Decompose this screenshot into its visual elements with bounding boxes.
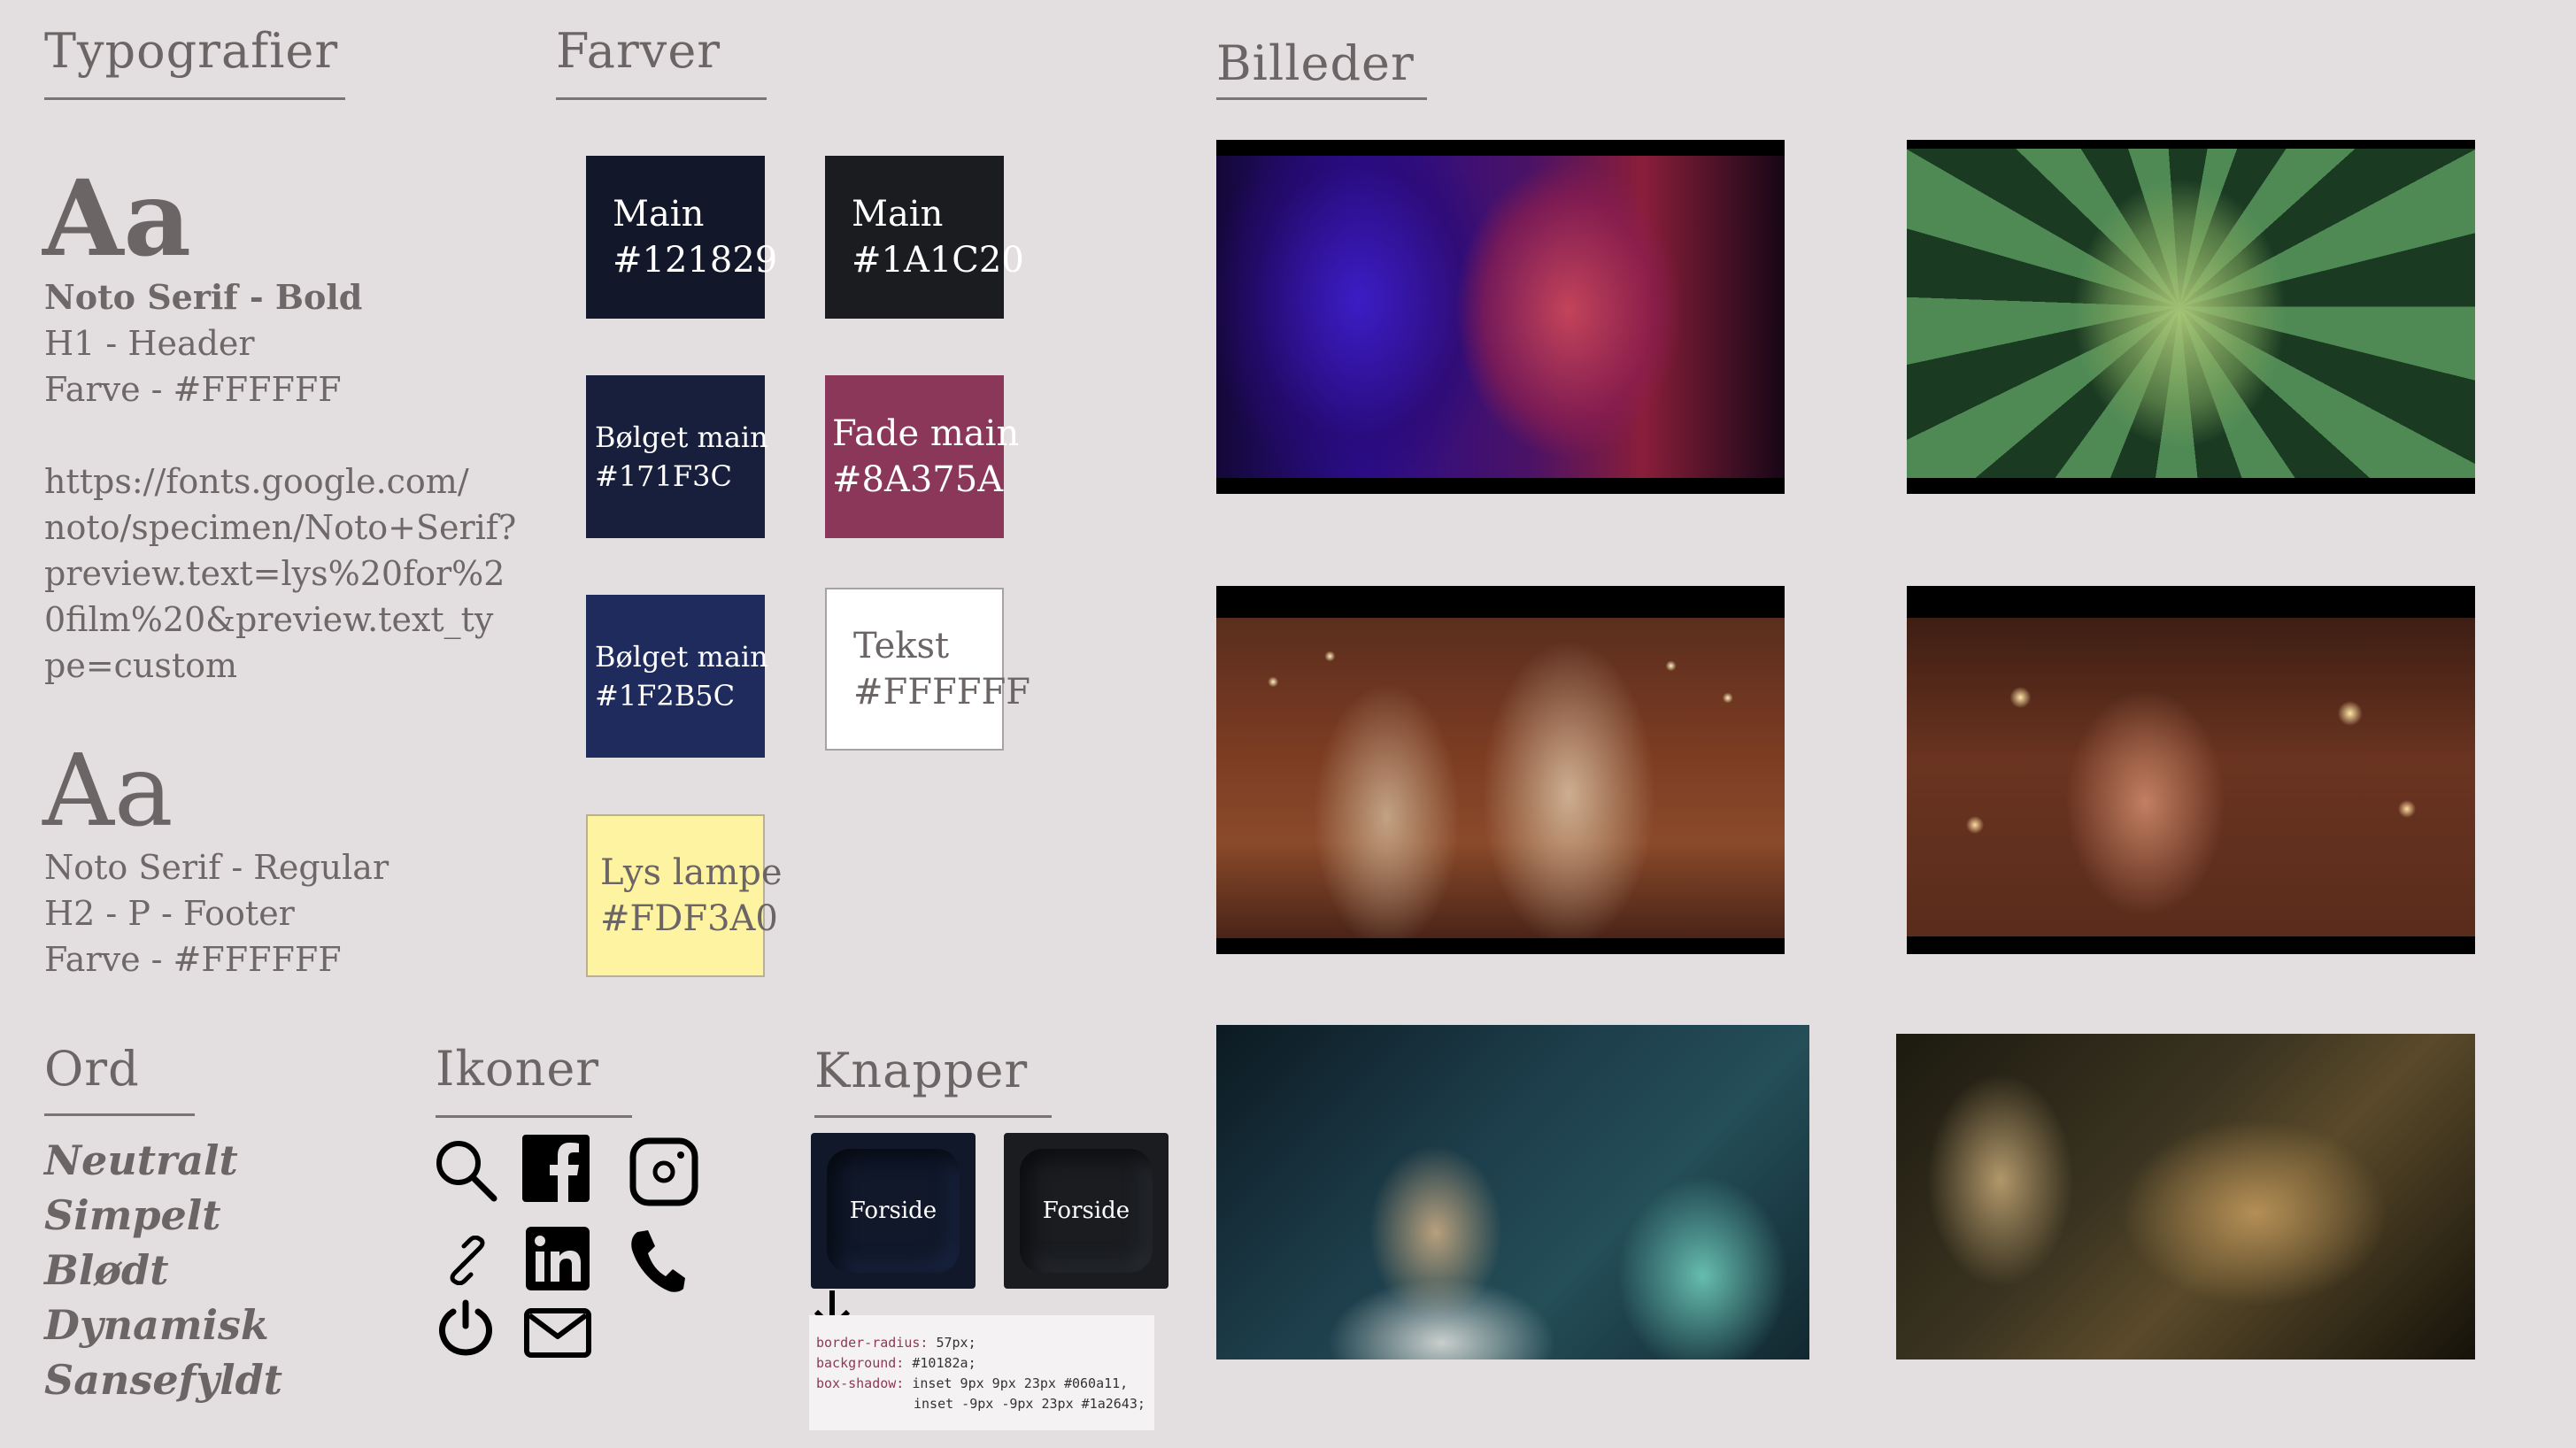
- two-women-string-lights-photo: [1216, 586, 1785, 954]
- bold-font-info: Noto Serif - Bold H1 - Header Farve - #F…: [44, 274, 516, 689]
- font-url-line[interactable]: pe=custom: [44, 643, 516, 689]
- code-value: 57px;: [928, 1335, 976, 1351]
- forside-button-pressed[interactable]: Forside: [811, 1133, 976, 1289]
- typografier-underline: [44, 97, 345, 100]
- code-value: #10182a;: [904, 1355, 976, 1371]
- button-label: Forside: [849, 1198, 937, 1224]
- swatch-hex: #171F3C: [595, 459, 732, 493]
- font-url-line[interactable]: noto/specimen/Noto+Serif?: [44, 504, 516, 551]
- regular-font-name: Noto Serif - Regular: [44, 848, 389, 887]
- code-prop: box-shadow:: [816, 1375, 905, 1391]
- swatch-hex: #FFFFFF: [853, 672, 1031, 712]
- swatch-label: Tekst: [853, 626, 950, 666]
- regular-font-usage: H2 - P - Footer: [44, 894, 295, 933]
- color-swatch-main-1a1c20: Main #1A1C20: [825, 156, 1024, 319]
- button-css-code: border-radius: 57px; background: #10182a…: [809, 1315, 1154, 1430]
- man-looking-at-object-photo: [1896, 1034, 2475, 1359]
- font-url-line[interactable]: 0film%20&preview.text_ty: [44, 597, 516, 643]
- word-item: Dynamisk: [44, 1301, 269, 1349]
- mail-icon[interactable]: [524, 1308, 591, 1358]
- swatch-hex: #121829: [613, 240, 778, 281]
- bold-font-sample: Aa: [42, 157, 192, 280]
- billeder-underline: [1216, 97, 1427, 100]
- word-item: Neutralt: [44, 1136, 238, 1184]
- power-icon[interactable]: [437, 1299, 494, 1356]
- instagram-icon[interactable]: [629, 1136, 699, 1207]
- word-item: Simpelt: [44, 1191, 221, 1239]
- woman-green-spiral-photo: [1907, 140, 2475, 494]
- swatch-label: Main: [613, 194, 705, 235]
- swatch-hex: #1A1C20: [852, 240, 1024, 281]
- button-label: Forside: [1042, 1198, 1130, 1224]
- color-swatch-bolget-main-171f3c: Bølget main #171F3C: [586, 375, 768, 538]
- font-url-line[interactable]: https://fonts.google.com/: [44, 458, 516, 504]
- ord-title: Ord: [44, 1041, 140, 1097]
- swatch-label: Lys lampe: [600, 852, 783, 893]
- man-reaching-blue-room-photo: [1216, 1025, 1809, 1359]
- swatch-hex: #FDF3A0: [600, 898, 778, 939]
- code-prop: border-radius:: [816, 1335, 929, 1351]
- swatch-hex: #8A375A: [832, 459, 1004, 500]
- ord-underline: [44, 1113, 195, 1116]
- farver-underline: [556, 97, 767, 100]
- ikoner-underline: [436, 1115, 632, 1118]
- color-swatch-bolget-main-1f2b5c: Bølget main #1F2B5C: [586, 595, 768, 758]
- code-prop: background:: [816, 1355, 905, 1371]
- word-item: Blødt: [44, 1246, 169, 1294]
- knapper-title: Knapper: [814, 1043, 1029, 1098]
- regular-font-color: Farve - #FFFFFF: [44, 940, 342, 979]
- ikoner-title: Ikoner: [436, 1041, 600, 1097]
- billeder-title: Billeder: [1216, 35, 1415, 91]
- facebook-icon[interactable]: [521, 1133, 591, 1204]
- color-swatch-main-121829: Main #121829: [586, 156, 778, 319]
- forside-button[interactable]: Forside: [1004, 1133, 1168, 1289]
- search-icon[interactable]: [432, 1136, 499, 1204]
- code-value: inset 9px 9px 23px #060a11,: [904, 1375, 1129, 1391]
- color-swatch-fade-main-8a375a: Fade main #8A375A: [825, 375, 1020, 538]
- linkedin-icon[interactable]: [524, 1225, 591, 1292]
- phone-icon[interactable]: [629, 1228, 687, 1294]
- word-list: Neutralt Simpelt Blødt Dynamisk Sansefyl…: [44, 1133, 282, 1407]
- code-value: inset -9px -9px 23px #1a2643;: [914, 1396, 1145, 1412]
- word-item: Sansefyldt: [44, 1356, 283, 1404]
- swatch-label: Bølget main: [595, 640, 768, 674]
- bold-font-name: Noto Serif - Bold: [44, 277, 363, 317]
- bold-font-usage: H1 - Header: [44, 324, 255, 363]
- swatch-label: Fade main: [832, 413, 1020, 454]
- swatch-hex: #1F2B5C: [595, 679, 736, 712]
- swatch-label: Bølget main: [595, 420, 768, 454]
- bold-font-color: Farve - #FFFFFF: [44, 370, 342, 409]
- woman-purple-red-light-photo: [1216, 140, 1785, 494]
- typografier-title: Typografier: [44, 23, 339, 79]
- color-swatch-lys-lampe-fdf3a0: Lys lampe #FDF3A0: [586, 814, 783, 977]
- woman-bokeh-lights-photo: [1907, 586, 2475, 954]
- color-swatch-tekst-ffffff: Tekst #FFFFFF: [825, 588, 1031, 751]
- regular-font-sample: Aa: [42, 734, 174, 849]
- knapper-underline: [814, 1115, 1052, 1118]
- link-icon[interactable]: [443, 1236, 492, 1285]
- regular-font-info: Noto Serif - Regular H2 - P - Footer Far…: [44, 844, 389, 982]
- font-url-line[interactable]: preview.text=lys%20for%2: [44, 551, 516, 597]
- swatch-label: Main: [852, 194, 944, 235]
- farver-title: Farver: [556, 23, 721, 79]
